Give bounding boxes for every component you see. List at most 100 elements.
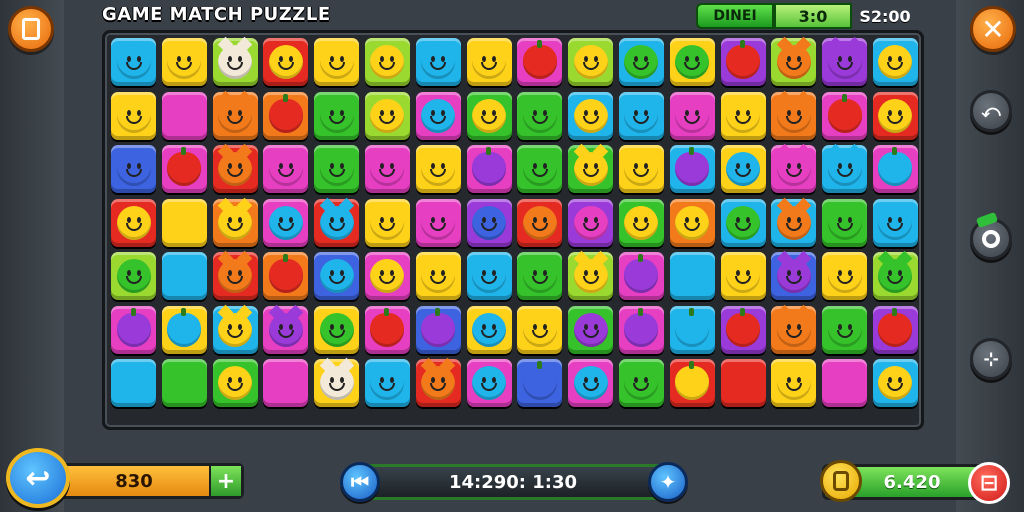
- puzzle-tile[interactable]: [212, 305, 258, 354]
- puzzle-tile[interactable]: [669, 145, 715, 193]
- puzzle-tile[interactable]: [364, 145, 410, 193]
- puzzle-tile[interactable]: [415, 359, 461, 407]
- puzzle-tile[interactable]: [669, 38, 715, 86]
- puzzle-tile[interactable]: [872, 38, 918, 86]
- puzzle-tile[interactable]: [466, 38, 512, 86]
- puzzle-tile[interactable]: [872, 145, 918, 193]
- puzzle-tile[interactable]: [771, 38, 817, 86]
- puzzle-tile[interactable]: [618, 252, 664, 300]
- puzzle-tile[interactable]: [263, 305, 309, 354]
- puzzle-tile[interactable]: [364, 198, 410, 247]
- puzzle-tile[interactable]: [771, 145, 817, 193]
- puzzle-tile[interactable]: [618, 145, 664, 193]
- puzzle-tile[interactable]: [263, 359, 309, 407]
- puzzle-tile[interactable]: [669, 91, 715, 140]
- boost-button[interactable]: ✦: [648, 462, 688, 502]
- puzzle-tile[interactable]: [517, 38, 563, 86]
- puzzle-tile[interactable]: [212, 145, 258, 193]
- shuffle-button[interactable]: [970, 211, 1012, 260]
- puzzle-tile[interactable]: [618, 359, 664, 407]
- puzzle-tile[interactable]: [364, 305, 410, 354]
- add-score-button[interactable]: +: [209, 466, 241, 496]
- puzzle-tile[interactable]: [872, 305, 918, 354]
- puzzle-tile[interactable]: [263, 145, 309, 193]
- puzzle-tile[interactable]: [568, 252, 614, 300]
- puzzle-tile[interactable]: [212, 38, 258, 86]
- back-button[interactable]: ↩: [6, 448, 70, 508]
- puzzle-tile[interactable]: [822, 145, 868, 193]
- puzzle-tile[interactable]: [212, 252, 258, 300]
- puzzle-tile[interactable]: [415, 91, 461, 140]
- puzzle-tile[interactable]: [161, 252, 207, 300]
- puzzle-tile[interactable]: [415, 305, 461, 354]
- puzzle-tile[interactable]: [314, 359, 360, 407]
- puzzle-tile[interactable]: [111, 305, 156, 354]
- puzzle-tile[interactable]: [161, 198, 207, 247]
- puzzle-tile[interactable]: [618, 91, 664, 140]
- puzzle-tile[interactable]: [111, 91, 156, 140]
- puzzle-tile[interactable]: [669, 359, 715, 407]
- puzzle-tile[interactable]: [364, 91, 410, 140]
- puzzle-tile[interactable]: [872, 91, 918, 140]
- puzzle-tile[interactable]: [212, 91, 258, 140]
- puzzle-tile[interactable]: [669, 198, 715, 247]
- puzzle-tile[interactable]: [822, 359, 868, 407]
- puzzle-tile[interactable]: [415, 252, 461, 300]
- puzzle-tile[interactable]: [771, 198, 817, 247]
- puzzle-tile[interactable]: [466, 359, 512, 407]
- puzzle-tile[interactable]: [466, 198, 512, 247]
- puzzle-tile[interactable]: [872, 252, 918, 300]
- puzzle-tile[interactable]: [111, 252, 156, 300]
- puzzle-tile[interactable]: [771, 252, 817, 300]
- puzzle-tile[interactable]: [111, 145, 156, 193]
- puzzle-tile[interactable]: [517, 198, 563, 247]
- puzzle-tile[interactable]: [466, 305, 512, 354]
- rewind-button[interactable]: ⏮: [340, 462, 380, 502]
- settings-button[interactable]: ⊹: [970, 338, 1012, 380]
- puzzle-tile[interactable]: [568, 38, 614, 86]
- puzzle-tile[interactable]: [111, 359, 156, 407]
- puzzle-tile[interactable]: [212, 198, 258, 247]
- puzzle-tile[interactable]: [212, 359, 258, 407]
- puzzle-tile[interactable]: [111, 38, 156, 86]
- puzzle-tile[interactable]: [111, 198, 156, 247]
- puzzle-tile[interactable]: [822, 91, 868, 140]
- puzzle-tile[interactable]: [517, 359, 563, 407]
- close-button[interactable]: ✕: [970, 6, 1016, 52]
- menu-button[interactable]: [8, 6, 54, 52]
- puzzle-tile[interactable]: [263, 91, 309, 140]
- puzzle-tile[interactable]: [466, 91, 512, 140]
- puzzle-tile[interactable]: [263, 198, 309, 247]
- exit-button[interactable]: ⊟: [968, 462, 1010, 504]
- puzzle-tile[interactable]: [872, 198, 918, 247]
- puzzle-tile[interactable]: [161, 38, 207, 86]
- puzzle-tile[interactable]: [822, 305, 868, 354]
- puzzle-tile[interactable]: [517, 252, 563, 300]
- puzzle-tile[interactable]: [720, 359, 766, 407]
- puzzle-tile[interactable]: [314, 252, 360, 300]
- puzzle-tile[interactable]: [517, 145, 563, 193]
- puzzle-tile[interactable]: [872, 359, 918, 407]
- puzzle-tile[interactable]: [364, 38, 410, 86]
- puzzle-tile[interactable]: [771, 305, 817, 354]
- puzzle-tile[interactable]: [720, 198, 766, 247]
- puzzle-tile[interactable]: [720, 252, 766, 300]
- puzzle-tile[interactable]: [720, 91, 766, 140]
- puzzle-tile[interactable]: [517, 91, 563, 140]
- puzzle-tile[interactable]: [669, 305, 715, 354]
- puzzle-tile[interactable]: [161, 145, 207, 193]
- puzzle-tile[interactable]: [517, 305, 563, 354]
- puzzle-tile[interactable]: [466, 252, 512, 300]
- puzzle-tile[interactable]: [314, 198, 360, 247]
- puzzle-tile[interactable]: [466, 145, 512, 193]
- puzzle-tile[interactable]: [822, 198, 868, 247]
- puzzle-tile[interactable]: [364, 252, 410, 300]
- puzzle-tile[interactable]: [720, 145, 766, 193]
- puzzle-tile[interactable]: [415, 145, 461, 193]
- bag-button[interactable]: [820, 460, 862, 502]
- hint-button[interactable]: ⤺: [970, 90, 1012, 132]
- puzzle-tile[interactable]: [618, 38, 664, 86]
- puzzle-tile[interactable]: [263, 252, 309, 300]
- puzzle-tile[interactable]: [568, 198, 614, 247]
- puzzle-tile[interactable]: [568, 305, 614, 354]
